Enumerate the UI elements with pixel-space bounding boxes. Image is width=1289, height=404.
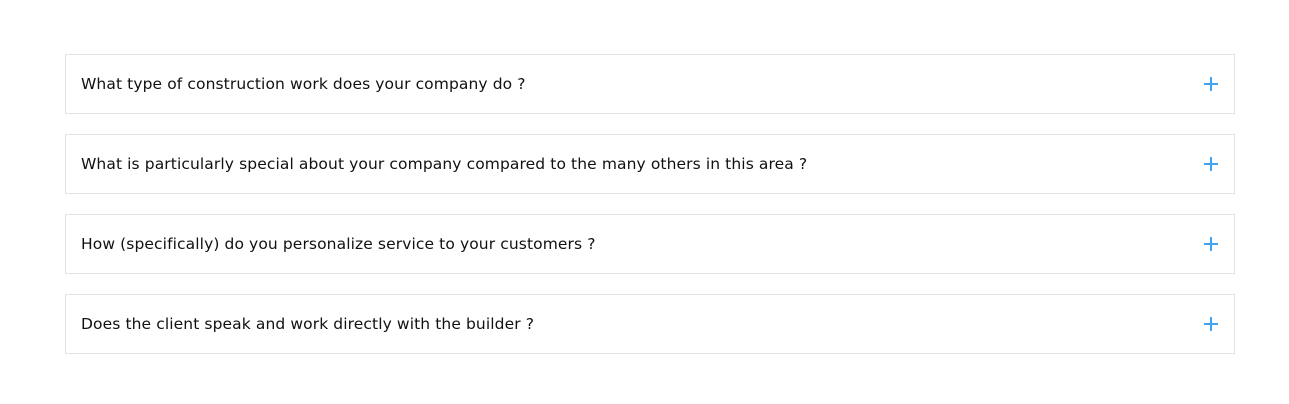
faq-accordion: What type of construction work does your…	[65, 54, 1235, 354]
plus-icon[interactable]	[1204, 77, 1218, 91]
plus-icon[interactable]	[1204, 237, 1218, 251]
plus-icon[interactable]	[1204, 317, 1218, 331]
faq-question: How (specifically) do you personalize se…	[81, 235, 596, 253]
faq-question: Does the client speak and work directly …	[81, 315, 535, 333]
plus-icon[interactable]	[1204, 157, 1218, 171]
faq-item-client-builder[interactable]: Does the client speak and work directly …	[65, 294, 1235, 354]
faq-item-company-special[interactable]: What is particularly special about your …	[65, 134, 1235, 194]
faq-question: What type of construction work does your…	[81, 75, 526, 93]
faq-question: What is particularly special about your …	[81, 155, 808, 173]
faq-item-personalize-service[interactable]: How (specifically) do you personalize se…	[65, 214, 1235, 274]
faq-item-construction-work[interactable]: What type of construction work does your…	[65, 54, 1235, 114]
